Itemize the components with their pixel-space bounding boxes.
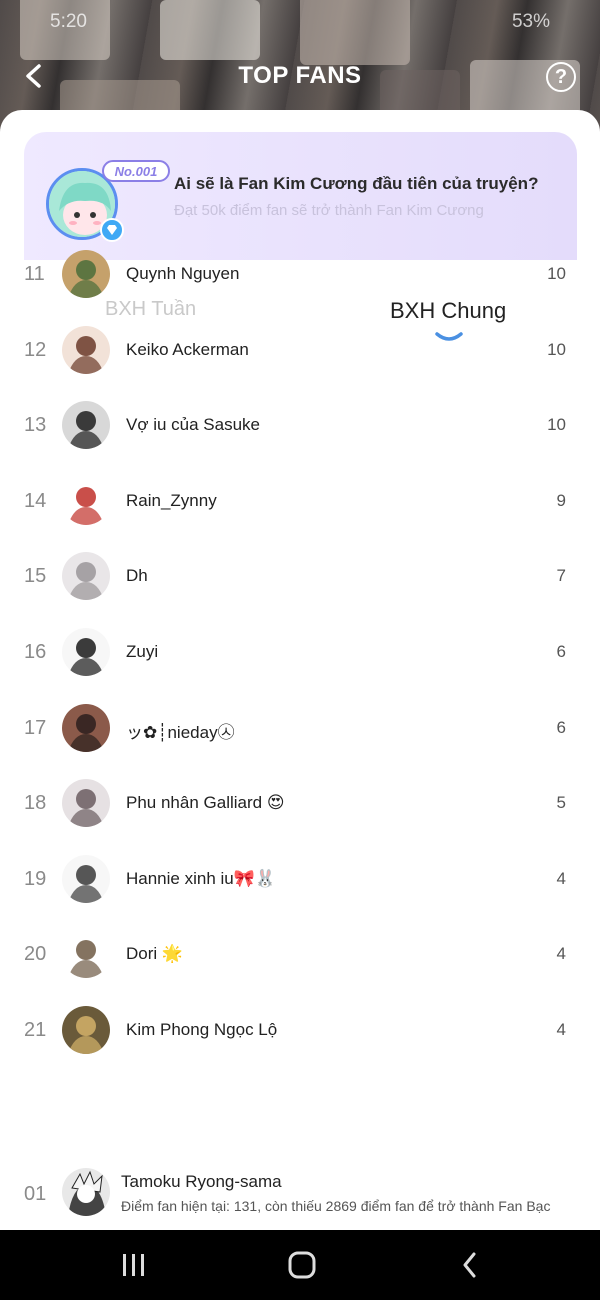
banner-subtitle: Đạt 50k điểm fan sẽ trở thành Fan Kim Cư… [174, 202, 484, 219]
fan-score: 6 [556, 642, 566, 661]
table-row[interactable]: 17 ッ✿┊nieday㉦ 6 [0, 692, 600, 768]
table-row[interactable]: 20 Dori 🌟 4 [0, 918, 600, 994]
username: Phu nhân Galliard 😍 [126, 793, 285, 813]
username: Hannie xinh iu🎀🐰 [126, 868, 277, 888]
user-avatar[interactable] [62, 325, 110, 374]
username: Quynh Nguyen [126, 264, 240, 283]
rank-number: 15 [24, 565, 47, 588]
my-avatar [62, 1168, 110, 1216]
table-row[interactable]: 15 Dh 7 [0, 540, 600, 616]
table-row[interactable]: 21 Kim Phong Ngọc Lộ 4 [0, 994, 600, 1070]
user-avatar[interactable] [62, 476, 110, 525]
rank-number: 16 [24, 641, 47, 663]
my-progress-text: Điểm fan hiện tại: 131, còn thiếu 2869 đ… [121, 1198, 551, 1214]
home-icon [288, 1251, 316, 1279]
fan-score: 4 [556, 1020, 566, 1039]
page-title: TOP FANS [238, 62, 362, 89]
user-avatar[interactable] [62, 401, 110, 450]
username: Zuyi [126, 642, 159, 661]
username: Vợ iu của Sasuke [126, 415, 260, 435]
rank-number: 18 [24, 792, 47, 815]
user-avatar[interactable] [62, 779, 110, 828]
my-rank: 01 [24, 1183, 47, 1205]
fan-score: 4 [556, 944, 566, 964]
recent-apps-button[interactable] [114, 1250, 154, 1280]
username: Rain_Zynny [126, 490, 217, 510]
my-ranking-row[interactable]: 01 Tamoku Ryong-sama Điểm fan hiện tại: … [0, 1160, 600, 1230]
user-avatar[interactable] [62, 552, 110, 601]
question-icon: ? [554, 65, 568, 88]
username: ッ✿┊nieday㉦ [126, 722, 235, 742]
rank-number: 13 [24, 414, 47, 437]
battery-level: 53% [511, 11, 550, 32]
fan-score: 4 [556, 868, 566, 888]
rank-number: 11 [24, 263, 45, 285]
table-row[interactable]: 16 Zuyi 6 [0, 616, 600, 692]
back-arrow-icon [463, 1252, 476, 1278]
status-time: 5:20 [50, 11, 87, 32]
username: Kim Phong Ngọc Lộ [126, 1020, 278, 1039]
home-button[interactable] [282, 1250, 322, 1280]
fan-score: 10 [547, 415, 566, 435]
table-row[interactable]: 19 Hannie xinh iu🎀🐰 4 [0, 843, 600, 919]
table-row[interactable]: 12 Keiko Ackerman 10 [0, 314, 600, 390]
rank-badge: No.001 [102, 160, 170, 182]
status-bar: 5:20 53% [0, 8, 600, 38]
user-avatar[interactable] [62, 1006, 110, 1054]
top-bar: TOP FANS ? [0, 50, 600, 106]
system-nav-bar [0, 1230, 600, 1300]
fan-score: 6 [556, 717, 566, 737]
user-avatar[interactable] [62, 703, 110, 752]
recent-apps-icon [123, 1254, 144, 1276]
user-avatar[interactable] [62, 628, 110, 676]
fan-score: 10 [547, 339, 566, 359]
system-back-button[interactable] [450, 1250, 490, 1280]
fan-score: 10 [547, 264, 566, 283]
table-row[interactable]: 13 Vợ iu của Sasuke 10 [0, 389, 600, 465]
table-row[interactable]: 18 Phu nhân Galliard 😍 5 [0, 767, 600, 843]
fan-score: 9 [556, 490, 566, 510]
username: Dh [126, 566, 148, 586]
username: Keiko Ackerman [126, 339, 249, 359]
rank-number: 12 [24, 338, 47, 361]
fan-score: 5 [556, 793, 566, 813]
fan-score: 7 [556, 566, 566, 586]
user-avatar[interactable] [62, 930, 110, 979]
table-row[interactable]: 11 Quynh Nguyen 10 [0, 238, 600, 314]
help-button[interactable]: ? [546, 62, 576, 92]
rank-number: 21 [24, 1019, 47, 1041]
user-avatar[interactable] [62, 250, 110, 298]
username: Dori 🌟 [126, 944, 184, 964]
rank-number: 20 [24, 943, 47, 966]
banner-title: Ai sẽ là Fan Kim Cương đầu tiên của truy… [174, 174, 539, 193]
rank-number: 14 [24, 489, 47, 512]
my-username: Tamoku Ryong-sama [121, 1172, 282, 1191]
rank-number: 19 [24, 867, 47, 890]
table-row[interactable]: 14 Rain_Zynny 9 [0, 465, 600, 541]
user-avatar[interactable] [62, 854, 110, 903]
rank-number: 17 [24, 716, 47, 739]
